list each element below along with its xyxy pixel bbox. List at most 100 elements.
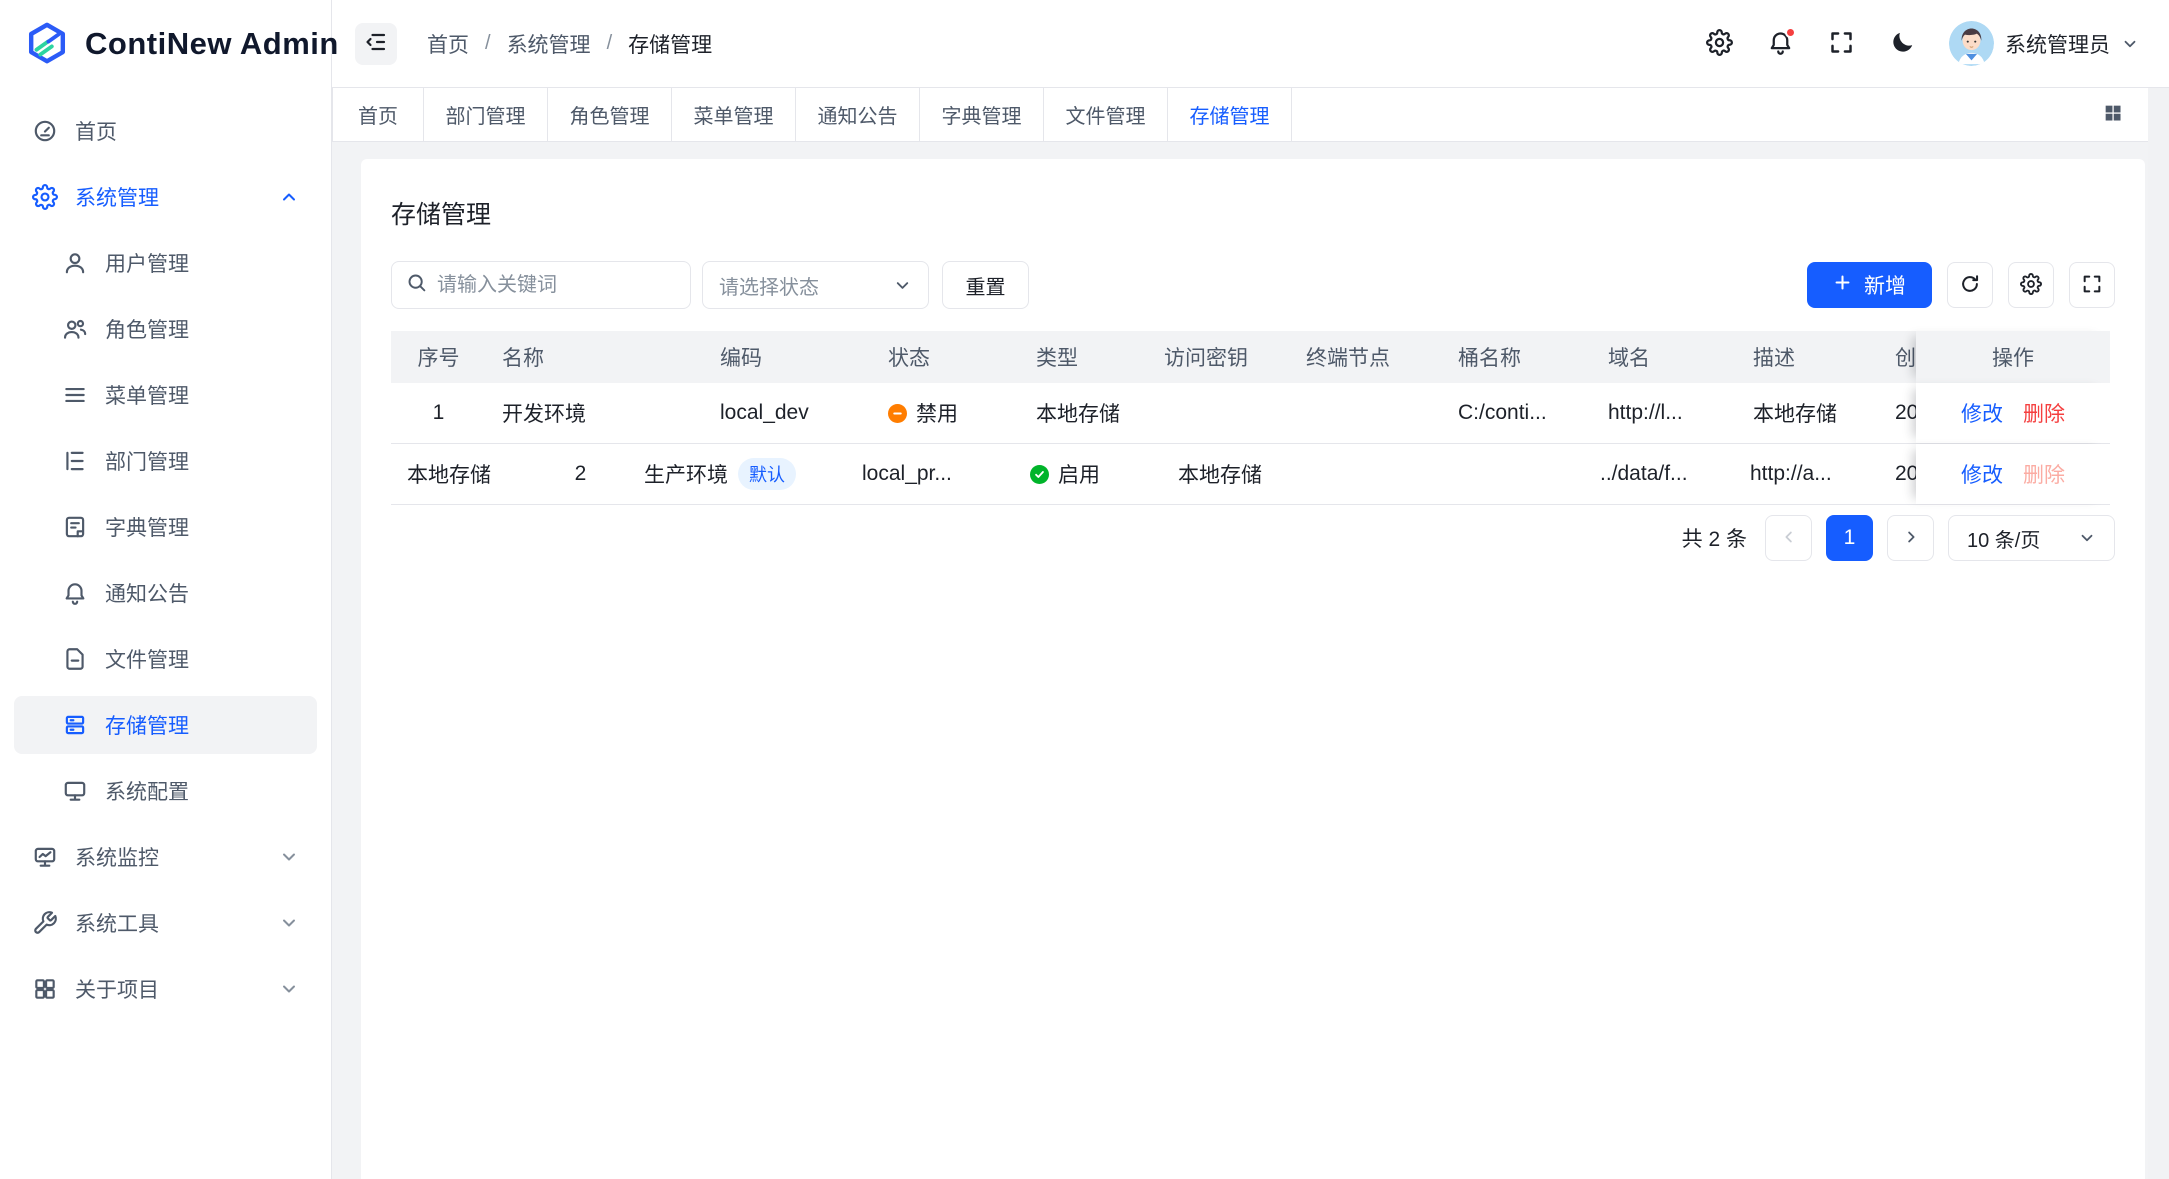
add-button[interactable]: 新增 [1807, 262, 1932, 308]
sidebar-item-system-monitor[interactable]: 系统监控 [14, 828, 317, 886]
sidebar-item-notice[interactable]: 通知公告 [14, 564, 317, 622]
chevron-left-icon [1780, 528, 1798, 549]
status-label: 禁用 [916, 398, 958, 428]
edit-link[interactable]: 修改 [1961, 459, 2003, 489]
cell-name: 开发环境 [486, 383, 704, 443]
tree-icon [62, 448, 88, 474]
sidebar: ContiNew Admin 首页 系统管理 用户管理 角色管理 [0, 0, 332, 1179]
sidebar-item-menu-management[interactable]: 菜单管理 [14, 366, 317, 424]
sidebar-item-user-management[interactable]: 用户管理 [14, 234, 317, 292]
breadcrumb-separator: / [485, 32, 491, 55]
table-header: 序号 名称 编码 状态 类型 访问密钥 终端节点 桶名称 域名 描述 创 操作 [391, 331, 2110, 383]
sidebar-item-file-management[interactable]: 文件管理 [14, 630, 317, 688]
pagination-prev-button[interactable] [1765, 515, 1812, 561]
keyword-search [391, 261, 691, 309]
tab-bar-actions [2098, 88, 2148, 141]
storage-card: 存储管理 请选择状态 重置 新增 [361, 159, 2145, 1179]
cell-access-key [1148, 383, 1290, 443]
status-select-placeholder: 请选择状态 [719, 271, 819, 300]
col-endpoint: 终端节点 [1290, 331, 1442, 383]
sidebar-collapse-button[interactable] [355, 23, 397, 65]
tab-storage[interactable]: 存储管理 [1168, 88, 1292, 141]
sidebar-item-home[interactable]: 首页 [14, 102, 317, 160]
notifications-button[interactable] [1766, 30, 1794, 58]
column-settings-button[interactable] [2008, 262, 2054, 308]
breadcrumb-home[interactable]: 首页 [427, 29, 469, 59]
delete-link-disabled: 删除 [2023, 459, 2065, 489]
search-input[interactable] [437, 274, 676, 297]
cell-code: local_dev [704, 383, 872, 443]
col-bucket: 桶名称 [1442, 331, 1592, 383]
sidebar-item-system-config[interactable]: 系统配置 [14, 762, 317, 820]
breadcrumb-storage-management: 存储管理 [628, 29, 712, 59]
cell-domain: http://l... [1592, 383, 1737, 443]
table-fullscreen-button[interactable] [2069, 262, 2115, 308]
sidebar-item-dictionary-management[interactable]: 字典管理 [14, 498, 317, 556]
cell-bucket: ../data/f... [1584, 444, 1734, 504]
tab-list-button[interactable] [2098, 100, 2128, 130]
sidebar-menu: 首页 系统管理 用户管理 角色管理 菜单管理 部门管理 [0, 88, 331, 1018]
dark-mode-button[interactable] [1888, 30, 1916, 58]
tab-dictionary[interactable]: 字典管理 [920, 88, 1044, 141]
col-domain: 域名 [1592, 331, 1737, 383]
col-index: 序号 [391, 331, 486, 383]
col-status: 状态 [872, 331, 1020, 383]
gear-icon [2020, 273, 2042, 298]
notification-badge-dot [1785, 27, 1796, 38]
status-select[interactable]: 请选择状态 [702, 261, 929, 309]
sidebar-item-about-project[interactable]: 关于项目 [14, 960, 317, 1018]
sidebar-item-system-tools[interactable]: 系统工具 [14, 894, 317, 952]
chevron-down-icon [2121, 35, 2139, 53]
col-type: 类型 [1020, 331, 1148, 383]
fullscreen-icon [2081, 273, 2103, 298]
cell-endpoint [1290, 383, 1442, 443]
monitor-chart-icon [32, 844, 58, 870]
fullscreen-button[interactable] [1827, 30, 1855, 58]
cell-name: 生产环境 默认 [628, 444, 846, 504]
window-scrollbar[interactable] [2148, 88, 2169, 1179]
sidebar-item-system-management[interactable]: 系统管理 [14, 168, 317, 226]
user-menu[interactable]: 系统管理员 [1949, 21, 2139, 66]
refresh-button[interactable] [1947, 262, 1993, 308]
pagination-total: 共 2 条 [1682, 523, 1747, 553]
sidebar-item-role-management[interactable]: 角色管理 [14, 300, 317, 358]
grid-icon [32, 976, 58, 1002]
cell-actions: 修改 删除 [1916, 383, 2110, 443]
chevron-down-icon [2078, 529, 2096, 547]
delete-link[interactable]: 删除 [2023, 398, 2065, 428]
default-badge: 默认 [738, 458, 796, 490]
col-description: 描述 [1737, 331, 1879, 383]
pagination: 共 2 条 1 10 条/页 [391, 515, 2115, 561]
sidebar-item-storage-management[interactable]: 存储管理 [14, 696, 317, 754]
tab-menu[interactable]: 菜单管理 [672, 88, 796, 141]
tab-notice[interactable]: 通知公告 [796, 88, 920, 141]
gear-icon [1706, 29, 1733, 59]
tab-role[interactable]: 角色管理 [548, 88, 672, 141]
chevron-down-icon [279, 847, 299, 867]
chevron-up-icon [279, 187, 299, 207]
cell-actions: 修改 删除 [1916, 444, 2110, 504]
tab-department[interactable]: 部门管理 [424, 88, 548, 141]
col-code: 编码 [704, 331, 872, 383]
breadcrumb-system-management[interactable]: 系统管理 [507, 29, 591, 59]
table-body: 1 开发环境 local_dev 禁用 本地存储 C:/conti... [391, 383, 2110, 505]
tab-home[interactable]: 首页 [332, 88, 424, 141]
status-label: 启用 [1058, 459, 1100, 489]
col-name: 名称 [486, 331, 704, 383]
page-size-select[interactable]: 10 条/页 [1948, 515, 2115, 561]
chevron-right-icon [1902, 528, 1920, 549]
toolbar: 请选择状态 重置 新增 [391, 261, 2115, 309]
monitor-icon [62, 778, 88, 804]
reset-button[interactable]: 重置 [942, 261, 1029, 309]
settings-button[interactable] [1705, 30, 1733, 58]
tab-file[interactable]: 文件管理 [1044, 88, 1168, 141]
brand-logo-icon [24, 21, 70, 67]
cell-code: local_pr... [846, 444, 1014, 504]
sidebar-item-department-management[interactable]: 部门管理 [14, 432, 317, 490]
cell-description: 本地存储 [391, 444, 533, 504]
pagination-next-button[interactable] [1887, 515, 1934, 561]
user-name: 系统管理员 [2005, 29, 2110, 59]
brand: ContiNew Admin [0, 0, 331, 88]
edit-link[interactable]: 修改 [1961, 398, 2003, 428]
pagination-page-1[interactable]: 1 [1826, 515, 1873, 561]
